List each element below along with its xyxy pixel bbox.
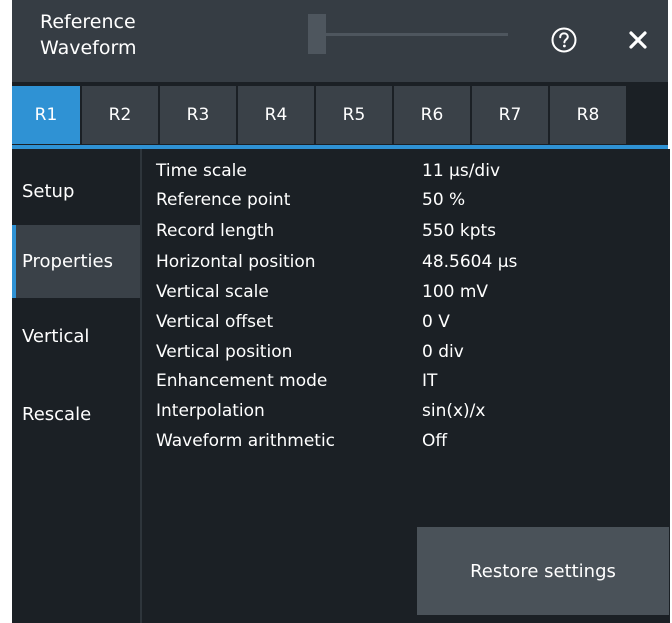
property-label: Waveform arithmetic [156, 431, 336, 451]
sidebar-item-rescale[interactable]: Rescale [12, 378, 140, 451]
reference-waveform-dialog: Reference Waveform R1 R2 R3 R4 R5 R6 R7 … [12, 0, 670, 623]
sidebar-item-setup[interactable]: Setup [12, 155, 140, 228]
tab-r3[interactable]: R3 [160, 86, 236, 144]
dialog-title-line2: Waveform [40, 37, 137, 59]
help-button[interactable] [548, 24, 580, 56]
property-row-vertical-offset: Vertical offset 0 V [156, 310, 656, 334]
property-label: Vertical scale [156, 282, 269, 302]
property-row-reference-point: Reference point 50 % [156, 188, 656, 212]
properties-panel: Time scale 11 µs/div Reference point 50 … [140, 149, 670, 623]
property-label: Interpolation [156, 401, 265, 421]
property-value: 550 kpts [422, 221, 497, 241]
property-label: Time scale [156, 161, 247, 181]
property-value: 0 div [422, 342, 464, 362]
property-value: 50 % [422, 190, 466, 210]
property-row-vertical-scale: Vertical scale 100 mV [156, 280, 656, 304]
sidebar-item-label: Rescale [22, 404, 92, 425]
property-row-waveform-arithmetic: Waveform arithmetic Off [156, 429, 656, 453]
property-value: sin(x)/x [422, 401, 486, 421]
sidebar: Setup Properties Vertical Rescale [12, 149, 140, 623]
tab-r5[interactable]: R5 [316, 86, 392, 144]
property-row-vertical-position: Vertical position 0 div [156, 340, 656, 364]
tab-r6[interactable]: R6 [394, 86, 470, 144]
property-label: Record length [156, 221, 275, 241]
tab-r8[interactable]: R8 [550, 86, 626, 144]
question-circle-icon [551, 27, 577, 53]
property-value: 0 V [422, 312, 450, 332]
property-row-horizontal-position: Horizontal position 48.5604 µs [156, 250, 656, 274]
close-button[interactable] [620, 22, 656, 58]
transparency-slider-handle[interactable] [308, 14, 326, 54]
restore-settings-button[interactable]: Restore settings [417, 527, 669, 615]
tab-r7[interactable]: R7 [472, 86, 548, 144]
tab-r2[interactable]: R2 [82, 86, 158, 144]
tab-r4[interactable]: R4 [238, 86, 314, 144]
sidebar-item-properties[interactable]: Properties [12, 225, 140, 298]
close-icon [629, 31, 647, 49]
dialog-titlebar[interactable]: Reference Waveform [12, 0, 668, 82]
property-label: Reference point [156, 190, 291, 210]
property-value: Off [422, 431, 448, 451]
reference-tabs: R1 R2 R3 R4 R5 R6 R7 R8 [12, 82, 668, 146]
property-row-enhancement-mode: Enhancement mode IT [156, 369, 656, 393]
transparency-slider-track[interactable] [308, 33, 508, 36]
property-value: IT [422, 371, 438, 391]
sidebar-item-vertical[interactable]: Vertical [12, 300, 140, 373]
property-value: 100 mV [422, 282, 489, 302]
sidebar-item-label: Properties [22, 251, 113, 272]
dialog-title-line1: Reference [40, 11, 136, 33]
property-value: 11 µs/div [422, 161, 501, 181]
property-label: Vertical offset [156, 312, 274, 332]
sidebar-item-label: Setup [22, 181, 75, 202]
dialog-title: Reference Waveform [40, 9, 200, 61]
property-row-record-length: Record length 550 kpts [156, 219, 656, 243]
property-label: Enhancement mode [156, 371, 328, 391]
property-label: Horizontal position [156, 252, 316, 272]
property-value: 48.5604 µs [422, 252, 518, 272]
sidebar-item-label: Vertical [22, 326, 90, 347]
property-label: Vertical position [156, 342, 293, 362]
property-row-interpolation: Interpolation sin(x)/x [156, 399, 656, 423]
tab-r1[interactable]: R1 [12, 86, 80, 144]
property-row-time-scale: Time scale 11 µs/div [156, 159, 656, 183]
